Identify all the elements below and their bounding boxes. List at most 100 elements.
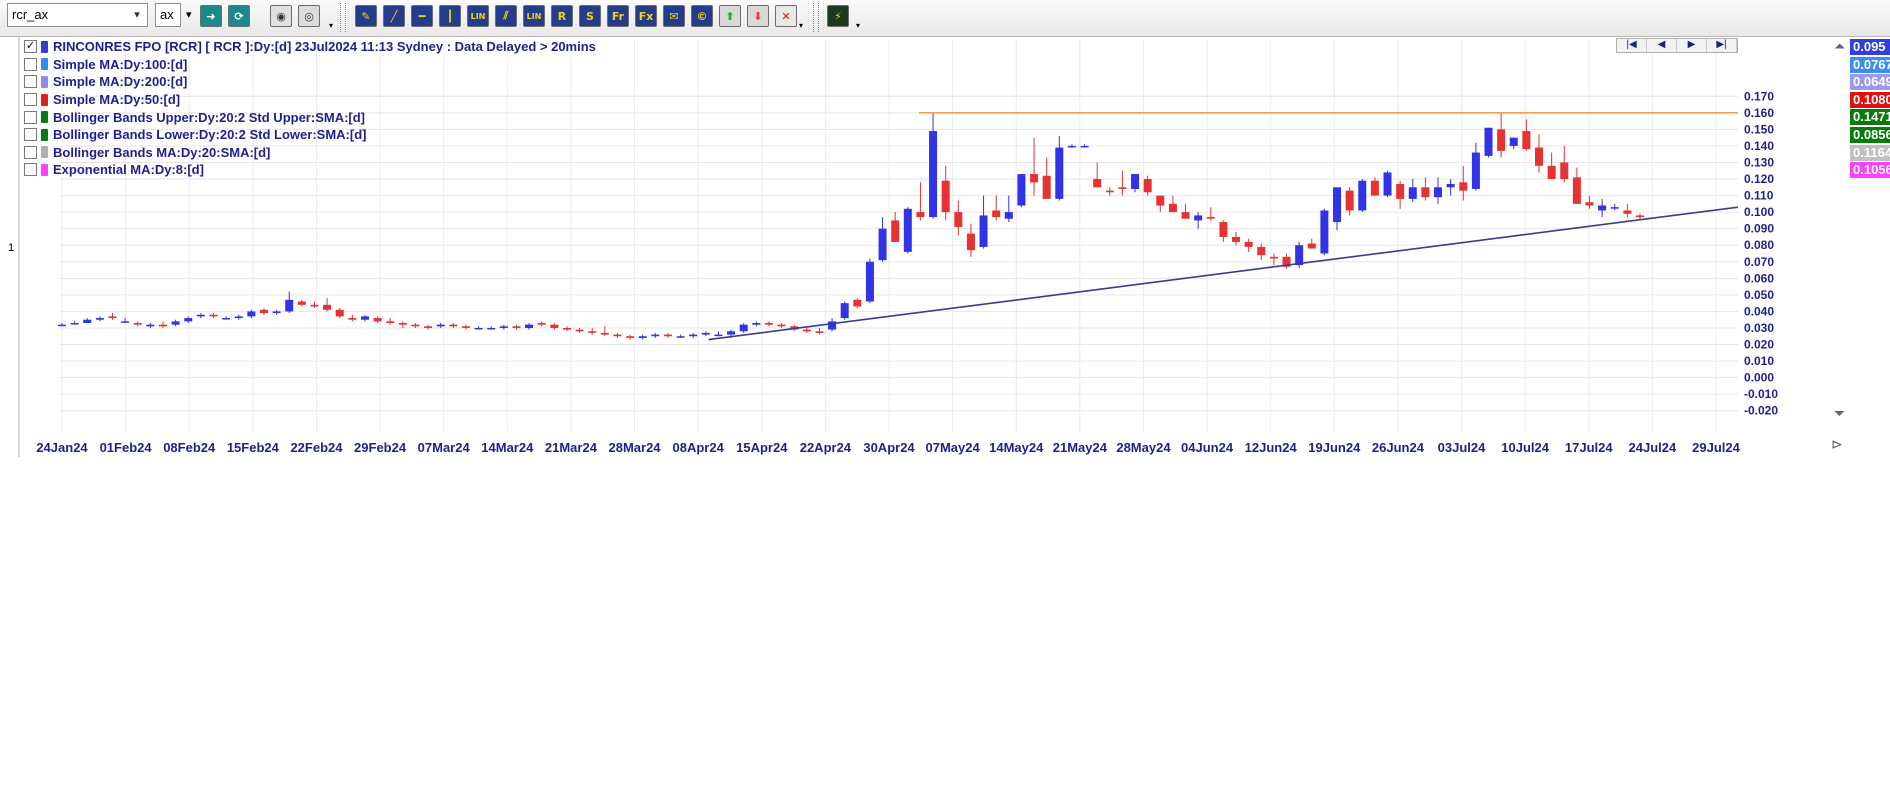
candle-body (1421, 187, 1430, 198)
candle-body (562, 327, 571, 330)
scroll-down-icon[interactable]: ⏷ (1834, 405, 1845, 422)
candle-body (58, 324, 66, 327)
annotation-icon[interactable]: © (691, 5, 713, 27)
legend-checkbox[interactable] (24, 145, 37, 159)
candle-body (1358, 180, 1367, 211)
candle-body (512, 326, 521, 328)
toolbar-overflow-icon[interactable]: ▾ (329, 22, 337, 30)
previous-page-button[interactable]: ◀ (1647, 39, 1677, 52)
legend-checkbox[interactable] (24, 75, 37, 89)
candle-body (95, 318, 104, 320)
vertical-line-icon[interactable]: ┃ (439, 5, 461, 27)
next-page-button[interactable]: ▶ (1677, 39, 1707, 52)
candle-body (1131, 174, 1140, 189)
x-tick-label: 24Jan24 (36, 440, 88, 455)
legend-swatch (41, 146, 48, 159)
last-page-button[interactable]: ▶| (1707, 39, 1737, 52)
lightning-icon[interactable]: ⚡ (827, 5, 849, 27)
support-icon[interactable]: S (579, 5, 601, 27)
lin-regression-icon[interactable]: LIN (467, 5, 489, 27)
y-tick-label: -0.020 (1744, 404, 1778, 418)
x-tick-label: 26Jun24 (1372, 440, 1425, 455)
y-tick-label: 0.070 (1744, 255, 1774, 269)
candle-body (360, 316, 369, 320)
candle-body (1459, 182, 1468, 191)
legend-checkbox[interactable] (24, 93, 37, 107)
fib-extension-icon[interactable]: Fx (635, 5, 657, 27)
candle-body (323, 304, 332, 310)
legend-checkbox[interactable] (24, 163, 37, 177)
fib-retracement-icon[interactable]: Fr (607, 5, 629, 27)
scroll-up-icon[interactable]: ⏶ (1834, 38, 1845, 55)
legend-item: Bollinger Bands Upper:Dy:20:2 Std Upper:… (24, 108, 596, 126)
y-tick-label: 0.050 (1744, 288, 1774, 302)
suffix-combo[interactable]: ax (155, 3, 181, 27)
x-tick-label: 21Mar24 (545, 440, 598, 455)
toolbar-overflow-icon[interactable]: ▾ (799, 22, 807, 30)
candle-body (272, 311, 281, 314)
indicator-value-box: 0.095 (1850, 39, 1890, 55)
binoculars-grey-icon[interactable]: ◎ (298, 5, 320, 27)
legend-checkbox[interactable] (24, 128, 37, 142)
candle-body (70, 323, 79, 325)
binoculars-icon[interactable]: ◉ (270, 5, 292, 27)
candle-body (234, 316, 243, 319)
candle-body (714, 334, 723, 337)
candle-body (1105, 190, 1114, 193)
candle-body (1572, 177, 1581, 204)
buy-arrow-icon[interactable]: ⬆ (719, 5, 741, 27)
legend-checkbox[interactable] (24, 110, 37, 124)
suffix-dropdown-icon[interactable]: ▾ (186, 8, 192, 21)
trend-line-icon[interactable]: ╱ (383, 5, 405, 27)
go-arrow-icon[interactable]: ➜ (200, 5, 222, 27)
candle-body (992, 210, 1001, 218)
candle-body (764, 323, 773, 325)
candle-body (1446, 183, 1455, 188)
candle-body (575, 329, 584, 332)
sell-arrow-icon[interactable]: ⬇ (747, 5, 769, 27)
y-tick-label: 0.150 (1744, 122, 1774, 136)
candle-body (184, 318, 193, 322)
candle-body (449, 324, 458, 327)
first-page-button[interactable]: |◀ (1617, 39, 1647, 52)
candle-body (1143, 179, 1152, 193)
draw-line-icon[interactable]: ✎ (355, 5, 377, 27)
candle-body (196, 314, 205, 317)
candle-body (1509, 137, 1518, 146)
refresh-icon[interactable]: ⟳ (228, 5, 250, 27)
x-tick-label: 10Jul24 (1501, 440, 1549, 455)
horizontal-line-icon[interactable]: ━ (411, 5, 433, 27)
candle-body (966, 233, 975, 251)
scroll-right-icon[interactable]: ⊳ (1831, 436, 1843, 453)
x-tick-label: 14May24 (989, 440, 1044, 455)
x-tick-label: 08Apr24 (672, 440, 724, 455)
y-tick-label: 0.160 (1744, 106, 1774, 120)
symbol-combo[interactable]: rcr_ax ▾ (7, 3, 148, 27)
x-tick-label: 28Mar24 (609, 440, 662, 455)
legend-checkbox[interactable] (24, 57, 37, 71)
parallel-lines-icon[interactable]: ⫽ (495, 5, 517, 27)
candle-body (777, 324, 786, 327)
legend-label: Simple MA:Dy:200:[d] (53, 74, 188, 90)
chevron-down-icon[interactable]: ▾ (130, 7, 144, 23)
candle-body (335, 309, 344, 317)
candle-body (499, 326, 508, 328)
candle-body (474, 327, 483, 330)
candle-body (108, 316, 117, 319)
candle-body (525, 324, 534, 328)
text-note-icon[interactable]: ✉ (663, 5, 685, 27)
lin-channel-icon[interactable]: LIN (523, 5, 545, 27)
candle-body (1269, 256, 1278, 259)
delete-icon[interactable]: ✕ (775, 5, 797, 27)
resistance-icon[interactable]: R (551, 5, 573, 27)
candle-body (1118, 187, 1127, 189)
candle-body (689, 334, 698, 337)
candle-body (1434, 187, 1443, 198)
toolbar-overflow-icon[interactable]: ▾ (856, 22, 864, 30)
candle-body (1396, 183, 1405, 199)
candle-body (461, 326, 470, 328)
legend-checkbox[interactable]: ✓ (24, 40, 37, 54)
y-tick-label: 0.010 (1744, 354, 1774, 368)
candle-body (865, 261, 874, 302)
x-tick-label: 14Mar24 (481, 440, 534, 455)
